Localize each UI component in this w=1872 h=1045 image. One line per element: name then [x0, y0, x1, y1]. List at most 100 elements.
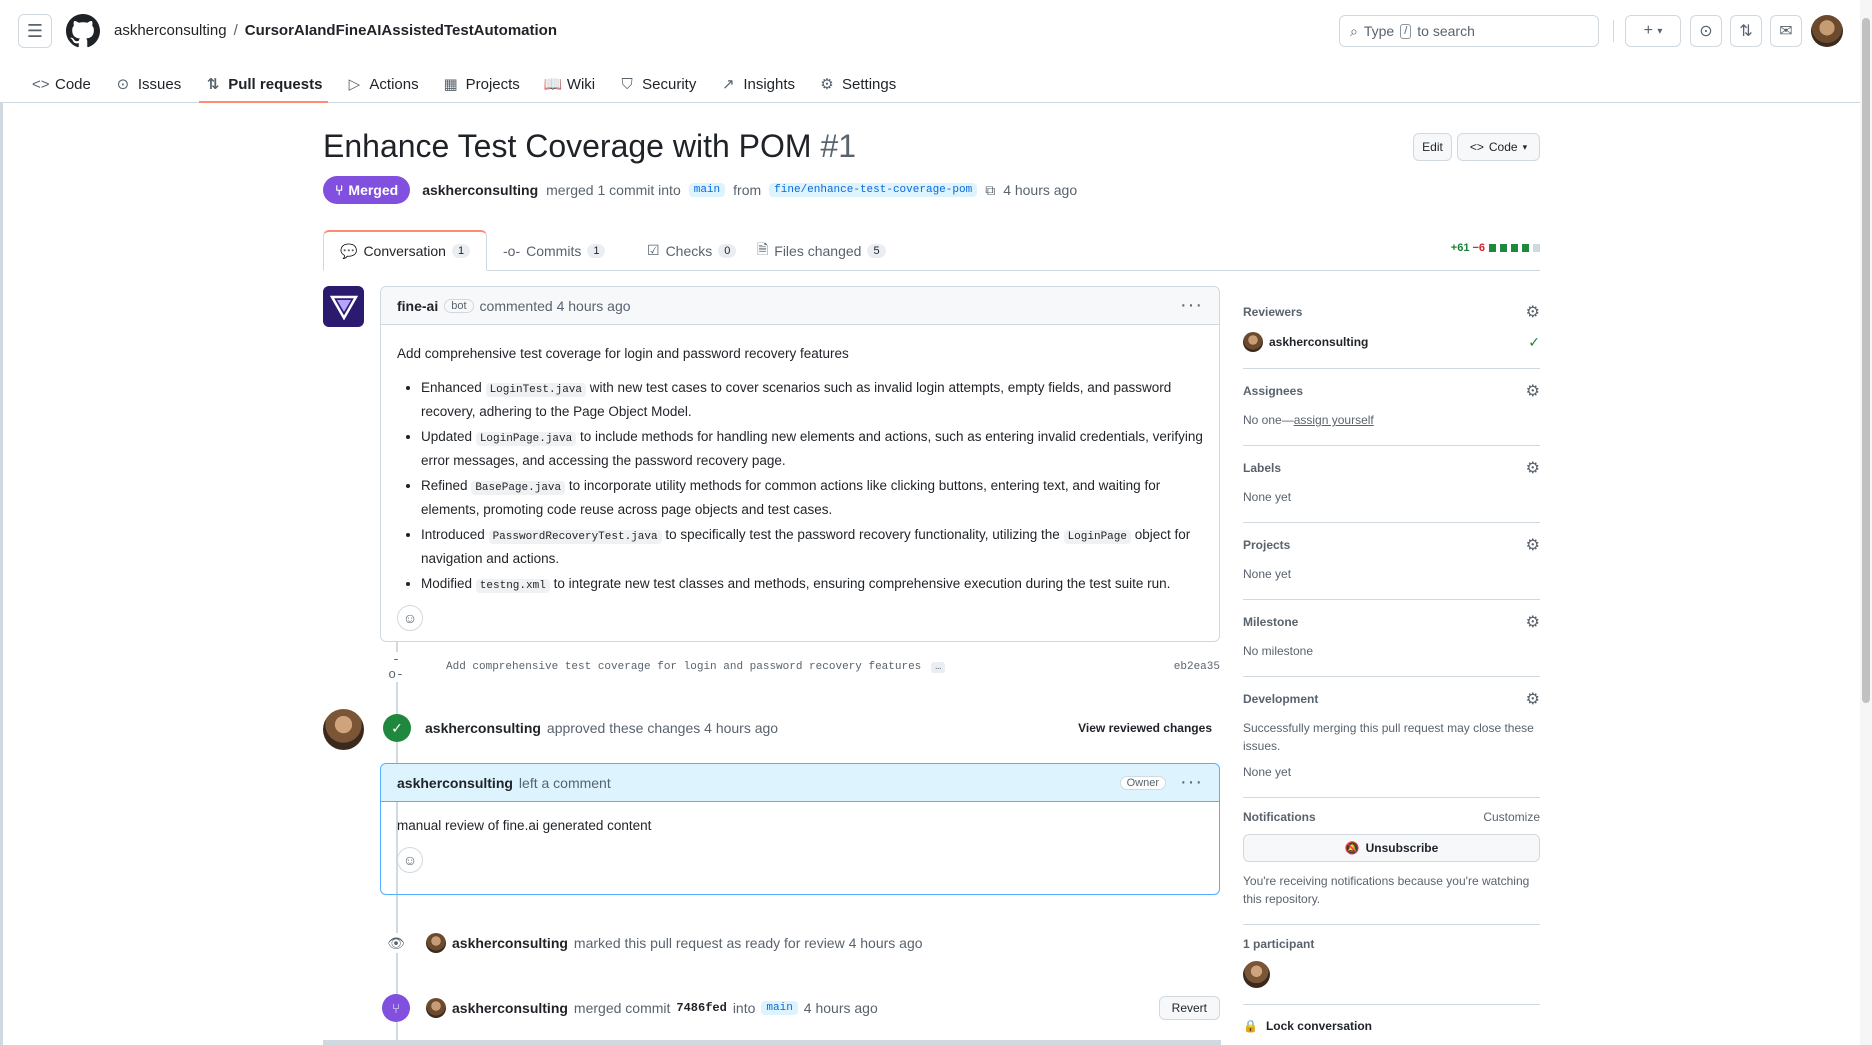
repo-link[interactable]: CursorAIandFineAIAssistedTestAutomation	[245, 22, 557, 39]
search-input[interactable]: ⌕ Type / to search	[1339, 15, 1599, 47]
gear-icon[interactable]: ⚙	[1526, 535, 1540, 555]
check-icon: ✓	[383, 714, 411, 742]
list-item: Modified testng.xml to integrate new tes…	[421, 573, 1203, 597]
reviewers-section: Reviewers ⚙ askherconsulting ✓	[1243, 290, 1540, 369]
table-icon: ▦	[443, 76, 458, 93]
list-item: Introduced PasswordRecoveryTest.java to …	[421, 524, 1203, 570]
issues-button[interactable]: ⊙	[1690, 15, 1722, 47]
github-logo-icon[interactable]	[66, 14, 100, 48]
breadcrumb: askherconsulting / CursorAIandFineAIAssist…	[114, 22, 558, 39]
merged-event: ⑂ askherconsulting merged commit 7486fed…	[382, 994, 1220, 1022]
bot-label: bot	[444, 298, 474, 313]
smiley-icon: ☺	[402, 610, 418, 626]
tab-issues[interactable]: ⊙ Issues	[103, 66, 193, 102]
scrollbar[interactable]	[1860, 0, 1872, 1045]
chevron-down-icon: ▾	[1657, 25, 1663, 37]
shield-icon: ⛉	[621, 75, 633, 93]
copy-icon[interactable]: ⧉	[985, 182, 995, 199]
avatar[interactable]	[426, 998, 446, 1018]
chevron-down-icon: ▾	[1522, 141, 1528, 152]
tab-pull-requests[interactable]: ⇅ Pull requests	[193, 66, 334, 103]
lock-conversation-button[interactable]: 🔒 Lock conversation	[1243, 1019, 1540, 1033]
review-header: askherconsulting left a comment Owner ··…	[381, 764, 1219, 802]
plus-icon: +	[1643, 22, 1653, 39]
change-list: Enhanced LoginTest.java with new test ca…	[397, 377, 1203, 597]
code-dropdown-button[interactable]: <> Code ▾	[1457, 133, 1540, 161]
tab-checks[interactable]: ☑ Checks 0	[631, 230, 752, 271]
add-reaction-button[interactable]: ☺	[397, 605, 423, 631]
gear-icon[interactable]: ⚙	[1526, 458, 1540, 478]
tab-files-changed[interactable]: 🗎 Files changed 5	[741, 230, 902, 271]
participant-avatar[interactable]	[1243, 961, 1270, 988]
merge-branch[interactable]: main	[761, 1001, 798, 1015]
pr-tabs: 💬 Conversation 1 -o- Commits 1 ☑ Checks 0 🗎 Fil…	[323, 230, 1540, 271]
merge-commit-sha[interactable]: 7486fed	[676, 1001, 726, 1015]
kebab-menu-icon[interactable]: ···	[1180, 294, 1203, 317]
avatar[interactable]	[1243, 332, 1263, 352]
git-merge-icon: ⑂	[335, 182, 344, 198]
gear-icon[interactable]: ⚙	[1526, 302, 1540, 322]
list-item: Updated LoginPage.java to include method…	[421, 426, 1203, 472]
kebab-menu-icon[interactable]: ···	[1180, 771, 1203, 794]
repo-nav: <> Code ⊙ Issues ⇅ Pull requests ▷ Actions ▦…	[20, 66, 908, 103]
view-reviewed-changes-link[interactable]: View reviewed changes	[1078, 721, 1212, 735]
search-icon: ⌕	[1350, 22, 1358, 39]
head-branch[interactable]: fine/enhance-test-coverage-pom	[769, 183, 978, 197]
git-commit-icon: -o-	[386, 652, 406, 682]
approver-link[interactable]: askherconsulting	[425, 720, 541, 736]
owner-link[interactable]: askherconsulting	[114, 22, 227, 39]
reviewer-avatar[interactable]	[323, 709, 364, 750]
revert-button[interactable]: Revert	[1158, 996, 1220, 1020]
tab-commits[interactable]: -o- Commits 1	[487, 230, 621, 271]
labels-section: Labels ⚙ None yet	[1243, 446, 1540, 523]
customize-link[interactable]: Customize	[1483, 810, 1540, 824]
code-icon: <>	[1469, 140, 1484, 154]
tab-code[interactable]: <> Code	[20, 66, 103, 102]
review-comment: askherconsulting left a comment Owner ··…	[380, 763, 1220, 895]
avatar[interactable]	[426, 933, 446, 953]
play-icon: ▷	[348, 76, 361, 93]
assign-yourself-link[interactable]: assign yourself	[1294, 413, 1374, 427]
gear-icon[interactable]: ⚙	[1526, 689, 1540, 709]
gear-icon[interactable]: ⚙	[1526, 381, 1540, 401]
comment-header: fine-ai bot commented 4 hours ago ···	[381, 287, 1219, 325]
check-icon: ✓	[1528, 333, 1540, 350]
gear-icon[interactable]: ⚙	[1526, 612, 1540, 632]
base-branch[interactable]: main	[688, 183, 726, 197]
lock-icon: 🔒	[1243, 1019, 1258, 1033]
menu-icon[interactable]: ☰	[18, 14, 52, 48]
create-new-button[interactable]: + ▾	[1625, 15, 1681, 47]
edit-title-button[interactable]: Edit	[1413, 133, 1452, 161]
pr-sidebar: Reviewers ⚙ askherconsulting ✓ Assignees ⚙ …	[1243, 290, 1540, 1033]
fine-ai-logo-icon	[329, 295, 358, 320]
user-avatar[interactable]	[1811, 15, 1843, 47]
pull-requests-button[interactable]: ⇅	[1730, 15, 1762, 47]
review-author[interactable]: askherconsulting	[397, 775, 513, 791]
checklist-icon: ☑	[647, 242, 660, 258]
unsubscribe-button[interactable]: 🔕 Unsubscribe	[1243, 834, 1540, 862]
gear-icon: ⚙	[820, 76, 834, 93]
comment-discussion-icon: 💬	[340, 242, 358, 259]
milestone-section: Milestone ⚙ No milestone	[1243, 600, 1540, 677]
commit-sha[interactable]: eb2ea35	[1174, 661, 1220, 673]
pr-state-row: ⑂ Merged askherconsulting merged 1 commit…	[323, 176, 1077, 204]
file-diff-icon: 🗎	[757, 240, 769, 257]
tab-projects[interactable]: ▦ Projects	[431, 66, 532, 102]
tab-conversation[interactable]: 💬 Conversation 1	[323, 230, 488, 271]
bot-avatar[interactable]	[323, 286, 364, 327]
inbox-button[interactable]: ✉	[1770, 15, 1802, 47]
tab-security[interactable]: ⛉ Security	[607, 66, 708, 102]
smiley-icon: ☺	[402, 852, 418, 868]
tab-actions[interactable]: ▷ Actions	[334, 66, 430, 102]
approval-row: ✓ askherconsulting approved these change…	[383, 714, 1220, 742]
expand-commit-button[interactable]: …	[931, 661, 946, 673]
tab-settings[interactable]: ⚙ Settings	[807, 66, 908, 102]
global-header: ☰ askherconsulting / CursorAIandFineAIAssi…	[0, 0, 1860, 103]
pr-author-link[interactable]: askherconsulting	[422, 182, 538, 198]
commit-message[interactable]: Add comprehensive test coverage for logi…	[446, 661, 921, 673]
owner-label: Owner	[1119, 775, 1167, 790]
tab-wiki[interactable]: 📖 Wiki	[532, 66, 607, 102]
comment-author[interactable]: fine-ai	[397, 298, 438, 314]
tab-insights[interactable]: ↗ Insights	[708, 66, 807, 102]
add-reaction-button[interactable]: ☺	[397, 847, 423, 873]
